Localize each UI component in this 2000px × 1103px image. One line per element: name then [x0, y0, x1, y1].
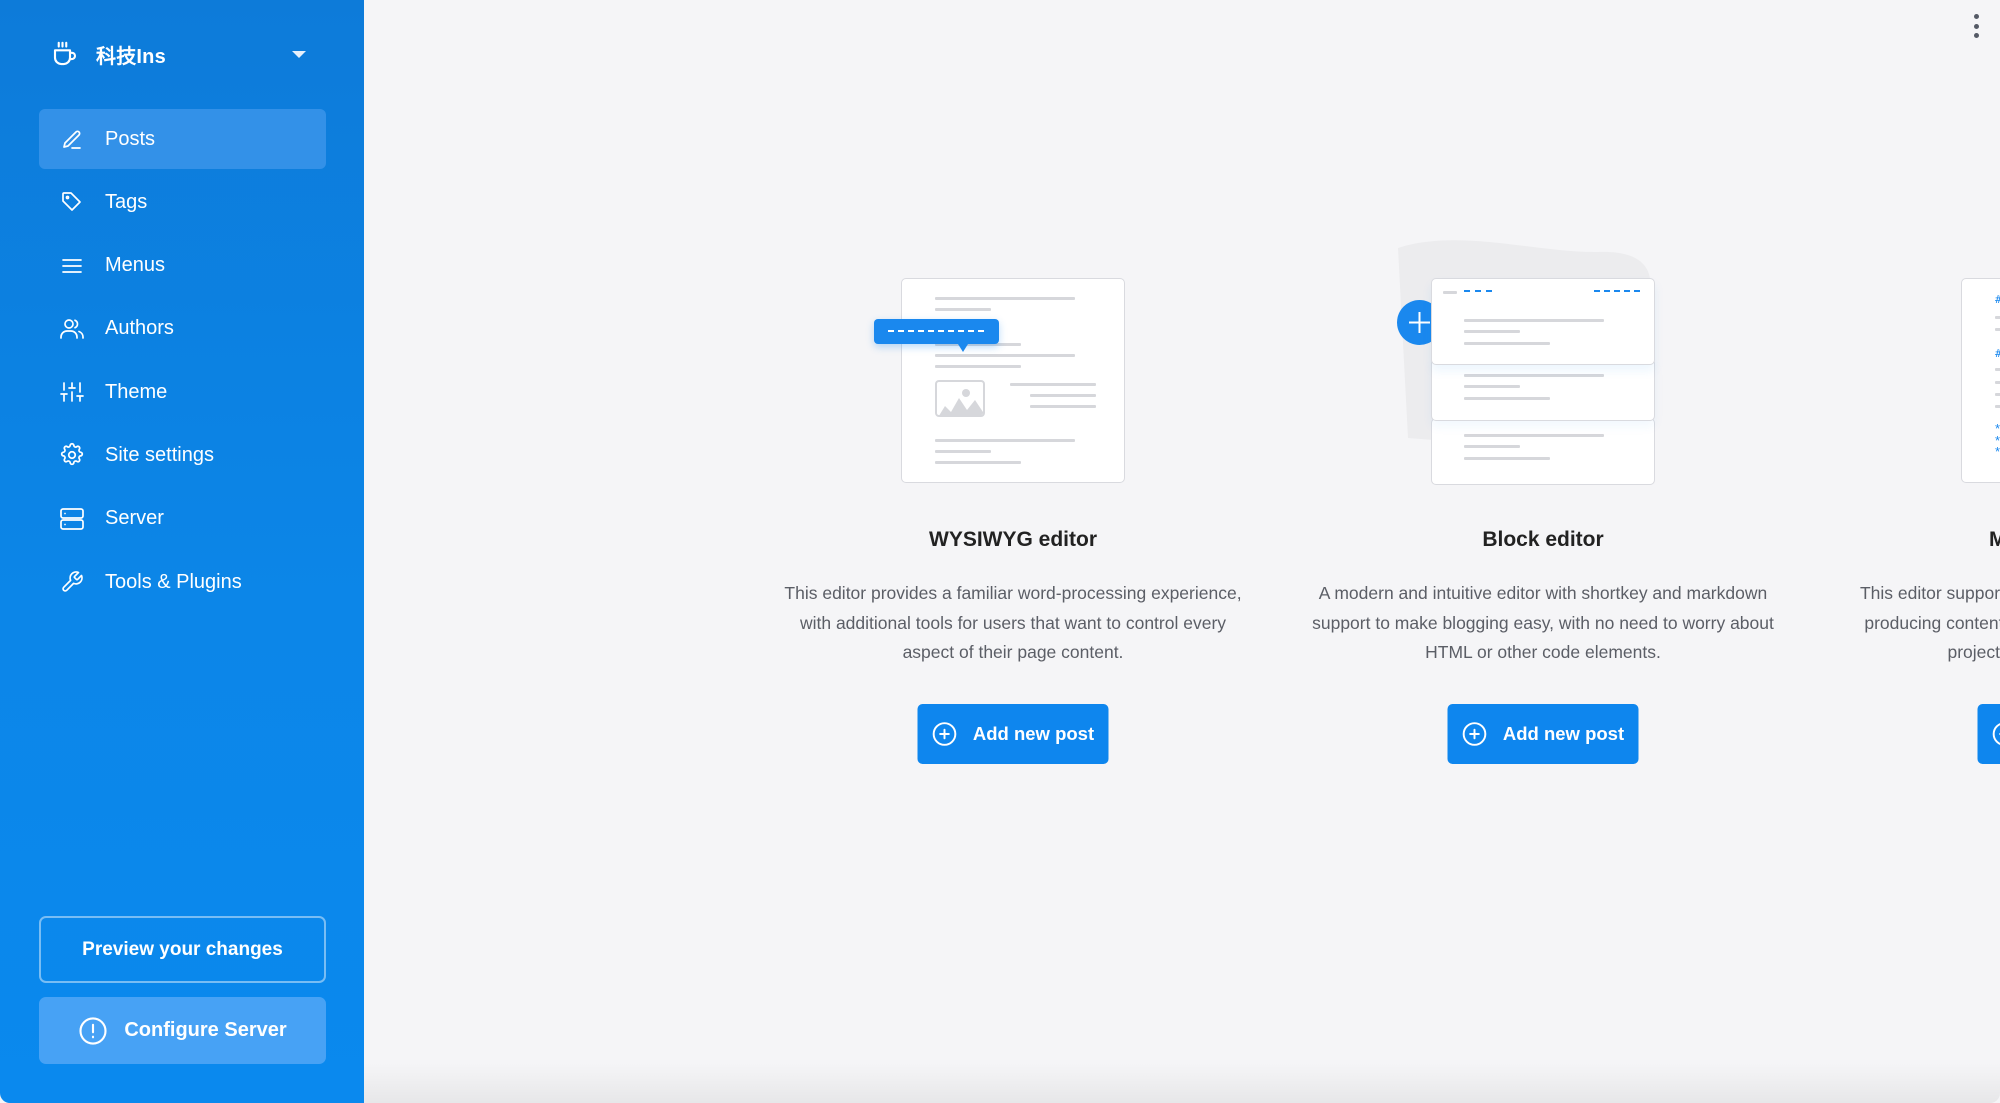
sidebar-item-tools-plugins[interactable]: Tools & Plugins	[39, 552, 326, 612]
sidebar-item-label: Posts	[105, 127, 156, 150]
toolbar-tooltip-illustration	[874, 319, 999, 352]
editor-card-wysiwyg: WYSIWYG editor This editor provides a fa…	[778, 230, 1248, 764]
configure-server-label: Configure Server	[124, 1019, 287, 1041]
sidebar-item-label: Tags	[105, 190, 148, 213]
block-2	[1431, 358, 1655, 421]
h1-symbol: #	[1995, 293, 2000, 306]
add-new-post-wysiwyg-button[interactable]: Add new post	[917, 704, 1109, 764]
add-new-post-block-button[interactable]: Add new post	[1447, 704, 1639, 764]
sidebar-item-posts[interactable]: Posts	[39, 109, 326, 169]
add-new-post-label: Add new post	[972, 723, 1095, 744]
h2-symbol: ##	[1995, 347, 2000, 360]
card-description: This editor provides a familiar word-pro…	[784, 583, 1242, 662]
wrench-icon	[59, 569, 85, 595]
document-illustration: # ## * * *	[1961, 278, 2000, 483]
preview-changes-label: Preview your changes	[82, 938, 283, 960]
sidebar-item-authors[interactable]: Authors	[39, 299, 326, 359]
sidebar-item-label: Tools & Plugins	[105, 570, 242, 593]
sliders-icon	[59, 379, 85, 405]
alert-circle-icon	[79, 1016, 107, 1045]
card-title: WYSIWYG editor	[929, 528, 1097, 551]
bottom-shadow	[364, 1063, 2000, 1103]
preview-changes-button[interactable]: Preview your changes	[39, 916, 326, 983]
sidebar-item-label: Authors	[105, 317, 174, 340]
block-illustration	[1308, 230, 1778, 500]
bullet-symbol: *	[1995, 444, 2000, 459]
menu-icon	[59, 253, 85, 279]
sidebar-item-label: Theme	[105, 380, 168, 403]
server-icon	[59, 506, 85, 532]
plus-circle-icon	[933, 722, 957, 746]
site-switcher[interactable]: 科技Ins	[50, 36, 320, 72]
coffee-cup-icon	[53, 41, 76, 66]
chevron-down-icon	[292, 51, 306, 58]
card-title: Markdown editor	[1988, 528, 2000, 551]
card-title: Block editor	[1482, 528, 1604, 551]
site-name: 科技Ins	[96, 45, 166, 68]
gear-icon	[59, 442, 85, 468]
sidebar-item-label: Site settings	[105, 443, 214, 466]
sidebar-item-theme[interactable]: Theme	[39, 362, 326, 422]
sidebar-nav: Posts Tags Menus Authors Theme Site sett…	[39, 109, 326, 615]
block-3	[1431, 418, 1655, 485]
sidebar-item-label: Menus	[105, 254, 166, 277]
more-options-icon[interactable]	[1971, 14, 1981, 38]
markdown-illustration: # ## * * *	[1838, 230, 2000, 500]
users-icon	[59, 316, 85, 342]
sidebar-item-site-settings[interactable]: Site settings	[39, 425, 326, 485]
tag-icon	[59, 189, 85, 215]
configure-server-button[interactable]: Configure Server	[39, 997, 326, 1064]
sidebar-item-label: Server	[105, 507, 164, 530]
document-illustration	[901, 278, 1125, 483]
sidebar-item-server[interactable]: Server	[39, 489, 326, 549]
main-content: WYSIWYG editor This editor provides a fa…	[364, 0, 2000, 1103]
wysiwyg-illustration	[778, 230, 1248, 500]
card-description: A modern and intuitive editor with short…	[1312, 583, 1774, 662]
add-new-post-markdown-button[interactable]: Add new post	[1977, 704, 2000, 764]
add-new-post-label: Add new post	[1502, 723, 1625, 744]
editor-card-markdown: # ## * * * Markdown editor This editor s…	[1838, 230, 2000, 764]
image-placeholder-icon	[935, 380, 985, 417]
sidebar: 科技Ins Posts Tags Menus Authors Theme Sit…	[0, 0, 364, 1103]
plus-circle-icon	[1463, 722, 1487, 746]
card-description: This editor supports Markdown syntax as …	[1859, 583, 2000, 662]
plus-circle-icon	[1993, 723, 2000, 745]
sidebar-item-menus[interactable]: Menus	[39, 236, 326, 296]
pencil-icon	[59, 126, 85, 152]
editor-card-block: Block editor A modern and intuitive edit…	[1308, 230, 1778, 764]
block-1	[1431, 278, 1655, 365]
sidebar-item-tags[interactable]: Tags	[39, 172, 326, 232]
